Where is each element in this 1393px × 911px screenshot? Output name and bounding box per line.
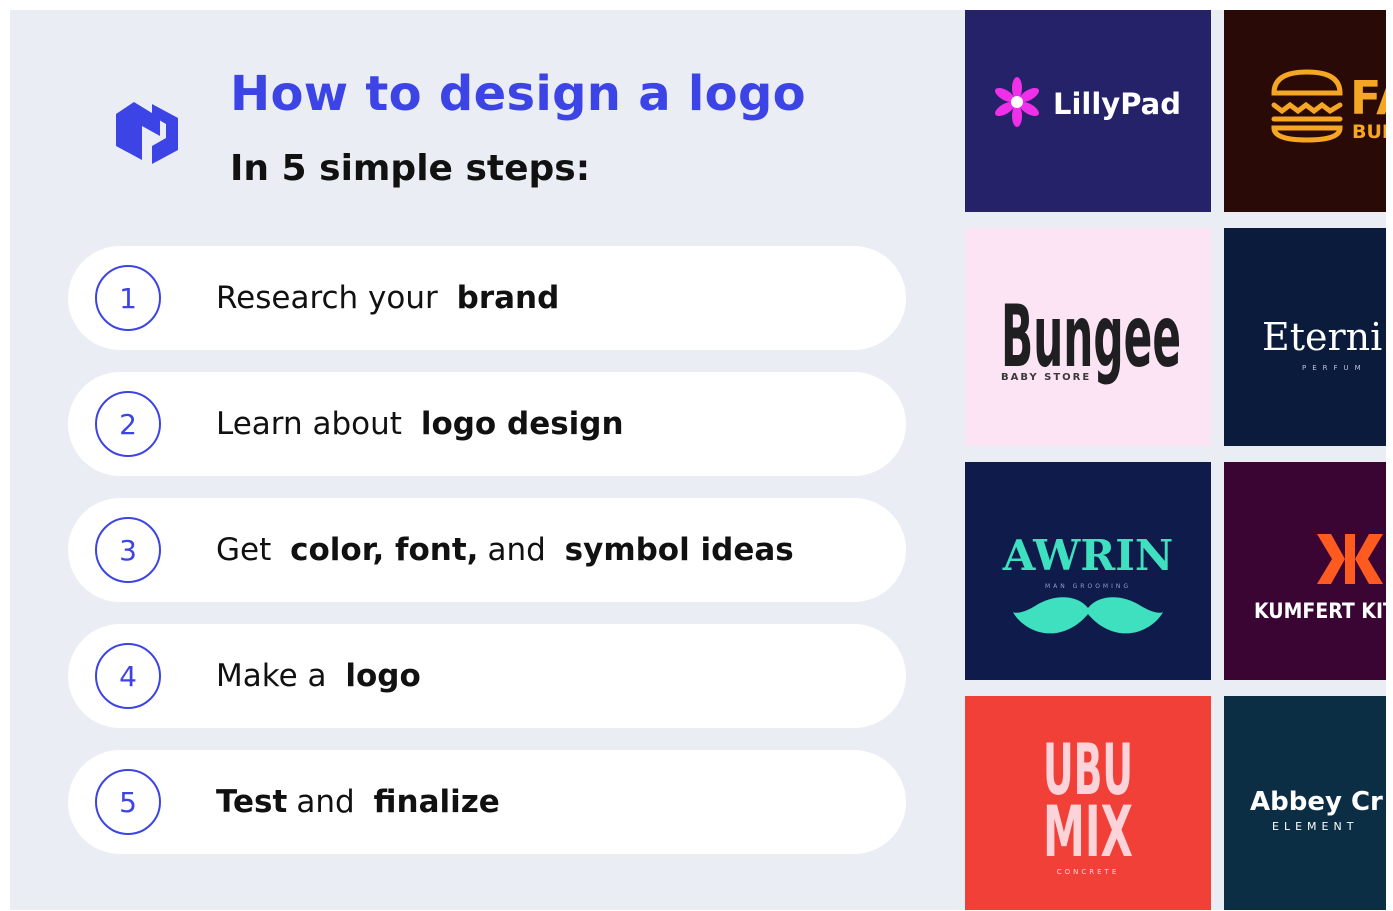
kumfert-k-mark-icon bbox=[1317, 534, 1383, 584]
step-label: Get color, font, and symbol ideas bbox=[216, 532, 794, 568]
step-number: 4 bbox=[95, 643, 161, 709]
logo-tile-abbey: Abbey Cr ELEMENT bbox=[1224, 696, 1386, 910]
step-label: Test and finalize bbox=[216, 784, 500, 820]
step-number: 5 bbox=[95, 769, 161, 835]
logo-tile-eterni: Eterni PERFUM bbox=[1224, 228, 1386, 446]
page-title: How to design a logo bbox=[230, 66, 806, 122]
logo-tile-ubumix: UBU MIX CONCRETE bbox=[965, 696, 1211, 910]
logo-tagline: CONCRETE bbox=[1057, 868, 1120, 876]
logo-tile-burger: FA BUR bbox=[1224, 10, 1386, 212]
logo-name: LillyPad bbox=[1053, 87, 1181, 121]
logo-tagline: MAN GROOMING bbox=[1045, 583, 1131, 590]
logo-tagline: PERFUM bbox=[1302, 364, 1367, 372]
step-item: 5 Test and finalize bbox=[68, 750, 906, 854]
step-label: Research your brand bbox=[216, 280, 560, 316]
burger-icon bbox=[1271, 69, 1343, 143]
step-item: 3 Get color, font, and symbol ideas bbox=[68, 498, 906, 602]
step-item: 2 Learn about logo design bbox=[68, 372, 906, 476]
logo-tagline: BABY STORE bbox=[1001, 372, 1091, 383]
infographic-panel: How to design a logo In 5 simple steps: … bbox=[10, 10, 1386, 910]
logo-name: AWRIN bbox=[1002, 531, 1174, 580]
logo-name-line2: MIX bbox=[1043, 791, 1133, 873]
logo-name: Abbey Cr bbox=[1250, 787, 1383, 817]
flower-icon bbox=[995, 77, 1039, 127]
logo-name: FA bbox=[1350, 71, 1386, 125]
step-item: 4 Make a logo bbox=[68, 624, 906, 728]
logo-tile-kumfert: KUMFERT KIT bbox=[1224, 462, 1386, 680]
step-item: 1 Research your brand bbox=[68, 246, 906, 350]
step-number: 3 bbox=[95, 517, 161, 583]
logo-name: KUMFERT KIT bbox=[1254, 599, 1386, 623]
step-number: 1 bbox=[95, 265, 161, 331]
logo-name: Eterni bbox=[1262, 315, 1382, 359]
logo-tagline: ELEMENT bbox=[1272, 820, 1358, 833]
logo-tile-bungee: Bungee BABY STORE bbox=[965, 228, 1211, 446]
logo-tagline: BUR bbox=[1352, 121, 1386, 143]
step-label: Learn about logo design bbox=[216, 406, 624, 442]
hexagon-logo-icon bbox=[116, 102, 178, 164]
step-label: Make a logo bbox=[216, 658, 421, 694]
page-subtitle: In 5 simple steps: bbox=[230, 148, 591, 189]
logo-tile-awrin: AWRIN MAN GROOMING bbox=[965, 462, 1211, 680]
step-number: 2 bbox=[95, 391, 161, 457]
mustache-icon bbox=[1013, 597, 1163, 634]
logo-tile-lillypad: LillyPad bbox=[965, 10, 1211, 212]
